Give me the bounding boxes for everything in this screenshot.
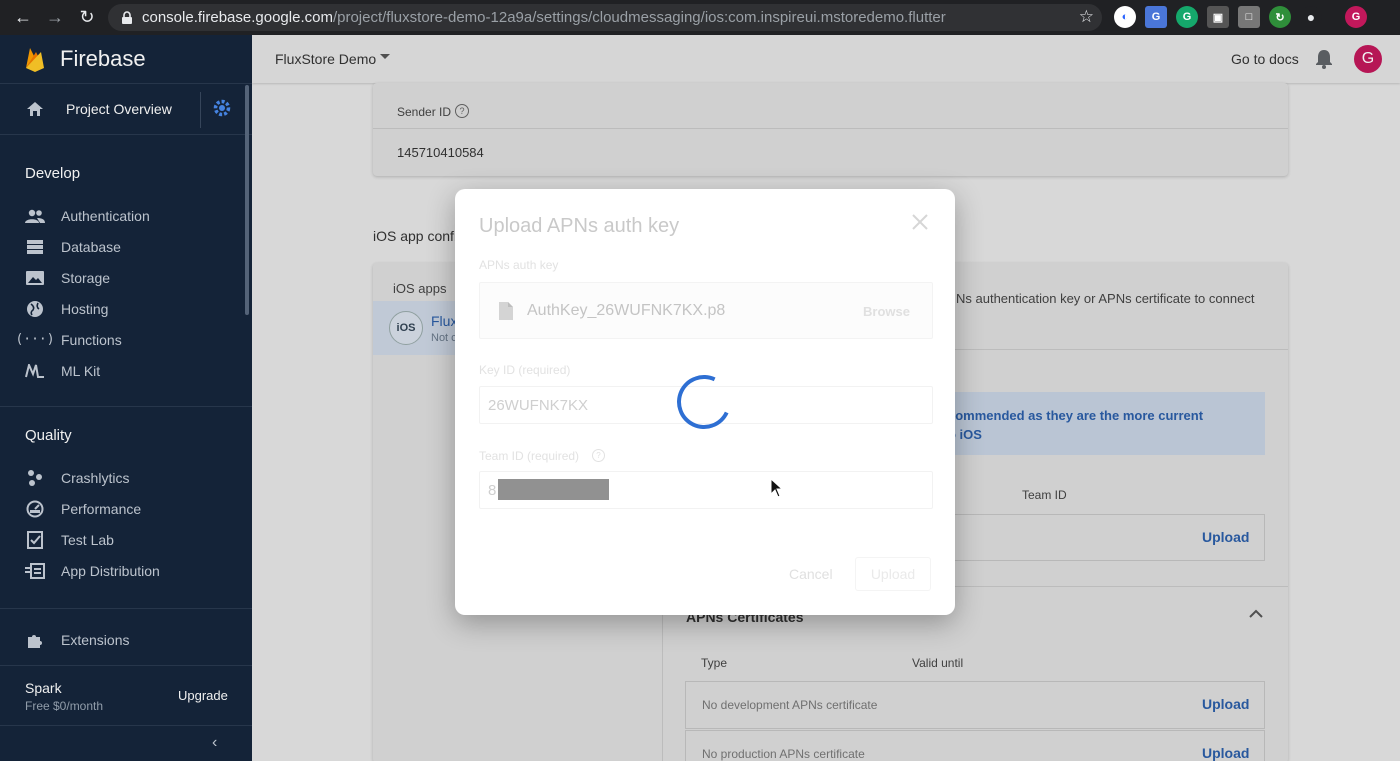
upload-apns-modal: Upload APNs auth key APNs auth key AuthK… (455, 189, 955, 615)
reload-icon[interactable]: ↻ (72, 2, 102, 32)
auth-key-label: APNs auth key (479, 258, 559, 272)
url-path: /project/fluxstore-demo-12a9a/settings/c… (332, 9, 946, 26)
paw-extension-icon[interactable]: ● (1300, 6, 1322, 28)
mouse-cursor-icon (770, 478, 784, 498)
puzzle-extension-icon[interactable]: ▣ (1207, 6, 1229, 28)
window-extension-icon[interactable]: □ (1238, 6, 1260, 28)
grammarly-extension-icon[interactable]: G (1176, 6, 1198, 28)
refresh-extension-icon[interactable]: ↻ (1269, 6, 1291, 28)
cancel-button[interactable]: Cancel (789, 566, 833, 582)
forward-icon[interactable]: → (40, 2, 70, 32)
key-id-label: Key ID (required) (479, 363, 571, 377)
browse-button[interactable]: Browse (863, 304, 910, 319)
url-host: console.firebase.google.com (142, 9, 333, 26)
extension-dot-icon[interactable]: ◐ (1114, 6, 1136, 28)
lock-icon (122, 10, 132, 24)
key-id-value: 26WUFNK7KX (488, 397, 589, 414)
close-icon[interactable] (911, 213, 929, 231)
upload-button[interactable]: Upload (855, 557, 931, 591)
bookmark-star-icon[interactable]: ☆ (1079, 7, 1094, 27)
auth-key-file-picker[interactable]: AuthKey_26WUFNK7KX.p8 Browse (479, 282, 933, 339)
translate-extension-icon[interactable]: G (1145, 6, 1167, 28)
loading-spinner (669, 367, 739, 437)
profile-avatar[interactable]: G (1345, 6, 1367, 28)
selected-file-name: AuthKey_26WUFNK7KX.p8 (527, 302, 726, 319)
team-id-label: Team ID (required) (479, 449, 580, 463)
redaction-block (498, 479, 609, 500)
help-icon[interactable]: ? (592, 449, 605, 462)
address-bar[interactable]: console.firebase.google.com/project/flux… (108, 4, 1102, 31)
modal-title: Upload APNs auth key (479, 215, 680, 237)
browser-toolbar: ← → ↻ console.firebase.google.com/projec… (0, 0, 1400, 35)
file-icon (499, 302, 513, 320)
team-id-value: 8 (488, 482, 497, 499)
back-icon[interactable]: ← (8, 2, 38, 32)
